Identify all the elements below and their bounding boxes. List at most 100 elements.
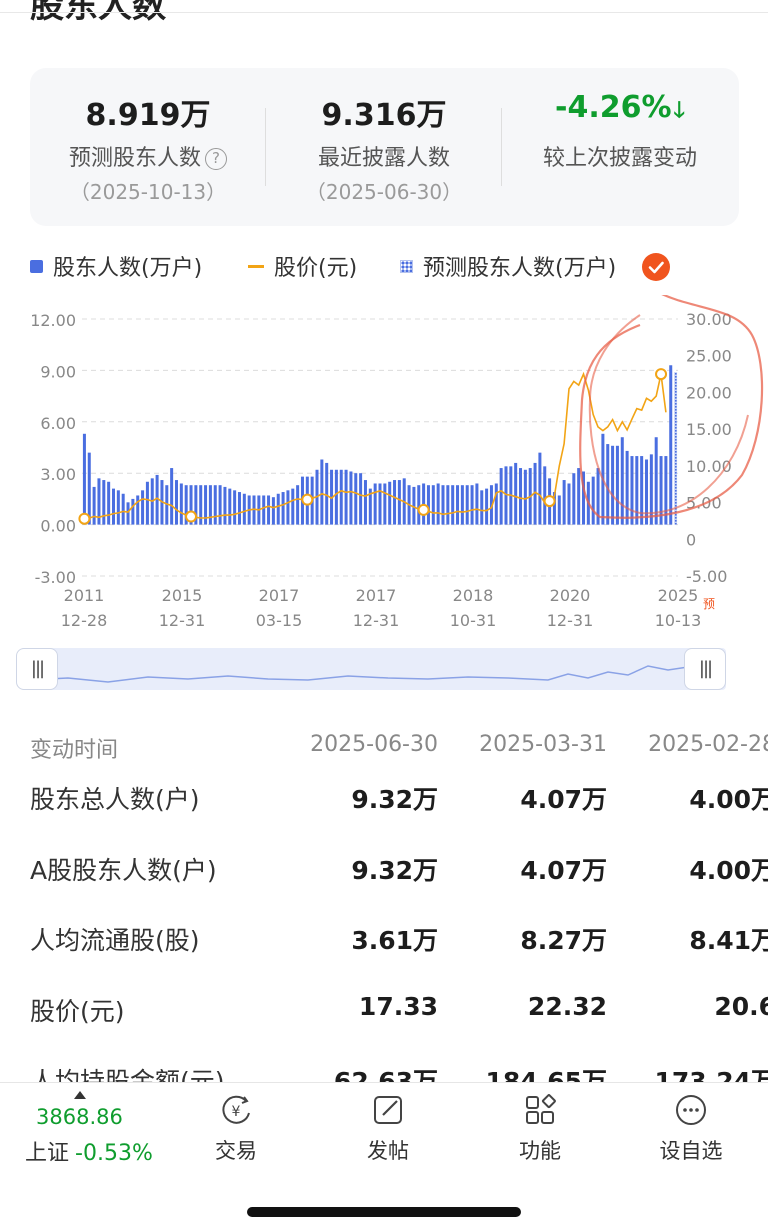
nav-functions[interactable]: 功能 <box>490 1093 590 1165</box>
nav-watchlist[interactable]: 设自选 <box>641 1093 741 1165</box>
y-right-tick-label: 20.00 <box>686 383 732 402</box>
index-value[interactable]: 3868.86 <box>36 1105 123 1129</box>
slider-right-handle[interactable]: ||| <box>684 648 726 690</box>
bar <box>334 469 338 525</box>
bar <box>436 483 440 525</box>
bar <box>523 469 527 525</box>
arrow-down-icon: 🡓 <box>673 98 685 123</box>
more-icon <box>676 1095 706 1125</box>
x-tick-date: 10-13 <box>655 611 702 630</box>
range-slider[interactable]: ||| ||| <box>16 648 726 690</box>
index-change: -0.53% <box>75 1141 153 1166</box>
y-right-tick-label: 10.00 <box>686 457 732 476</box>
expand-up-icon[interactable] <box>74 1091 86 1099</box>
page: 股东人数 8.919万 预测股东人数? （2025-10-13） 9.316万 … <box>0 0 768 1230</box>
slider-preview <box>28 665 726 683</box>
index-ticker[interactable]: 上证 -0.53% <box>25 1135 153 1167</box>
bar <box>228 488 232 525</box>
bar-swatch-icon <box>30 259 43 273</box>
bar <box>87 452 91 525</box>
bar <box>141 490 145 525</box>
bar <box>218 485 222 525</box>
header-col: 2025-03-31 <box>479 732 607 757</box>
price-marker <box>655 368 668 381</box>
bar <box>630 456 634 525</box>
home-indicator <box>247 1207 521 1217</box>
trade-icon: ¥ <box>222 1095 250 1124</box>
bar <box>446 485 450 525</box>
latest-value: 9.316万 <box>321 98 447 133</box>
bar <box>572 473 576 525</box>
x-tick-year: 2020 <box>550 586 591 605</box>
bar <box>131 498 135 525</box>
bar <box>237 492 241 525</box>
bar <box>480 490 484 525</box>
latest-label: 最近披露人数 <box>317 146 450 171</box>
change-label: 较上次披露变动 <box>542 146 697 171</box>
price-marker <box>417 503 430 516</box>
bar <box>615 445 619 525</box>
bar <box>441 485 445 525</box>
bar <box>620 437 624 525</box>
bar <box>499 468 503 525</box>
bar <box>562 480 566 525</box>
latest-date: （2025-06-30） <box>305 180 463 204</box>
dotted-swatch-icon <box>400 259 413 273</box>
nav-watchlist-label: 设自选 <box>659 1139 723 1163</box>
bar <box>557 495 561 525</box>
slider-left-handle[interactable]: ||| <box>16 648 58 690</box>
bar <box>397 480 401 525</box>
bar <box>262 495 266 525</box>
bar <box>354 473 358 525</box>
header-col: 2025-02-28 <box>648 732 768 757</box>
forecast-bar <box>674 372 678 525</box>
bar <box>378 483 382 525</box>
bar <box>519 468 523 525</box>
x-tick-year: 2018 <box>453 586 494 605</box>
bar <box>606 444 610 525</box>
row-value: 8.27万 <box>520 926 607 955</box>
x-tick-date: 12-31 <box>159 611 206 630</box>
y-left-tick-label: 9.00 <box>40 362 76 381</box>
help-icon[interactable]: ? <box>205 148 227 170</box>
legend-price[interactable]: 股价(元) <box>248 250 357 282</box>
row-value: 8.41万 <box>689 926 768 955</box>
bar <box>267 495 271 525</box>
legend-price-label: 股价(元) <box>274 256 358 281</box>
y-left-tick-label: 0.00 <box>40 517 76 536</box>
bar <box>111 488 115 525</box>
forecast-mark: 预 <box>703 597 715 611</box>
change-stat: -4.26%🡓 较上次披露变动 <box>502 68 738 226</box>
index-name: 上证 <box>25 1141 70 1166</box>
bar <box>223 486 227 525</box>
bar <box>567 483 571 525</box>
nav-trade-label: 交易 <box>215 1139 257 1163</box>
y-right-tick-label: -5.00 <box>686 567 727 586</box>
predicted-date: （2025-10-13） <box>69 180 227 204</box>
predicted-label-row: 预测股东人数? <box>30 140 266 172</box>
bar <box>645 459 649 525</box>
header-col: 2025-06-30 <box>310 732 438 757</box>
check-icon[interactable] <box>642 253 670 281</box>
edit-icon <box>374 1096 402 1124</box>
bar <box>296 485 300 525</box>
legend-forecast[interactable]: 预测股东人数(万户) <box>400 250 616 282</box>
nav-post[interactable]: 发帖 <box>338 1093 438 1165</box>
nav-functions-label: 功能 <box>519 1139 561 1163</box>
bar <box>470 485 474 525</box>
bar <box>577 468 581 525</box>
x-tick-year: 2025 <box>658 586 699 605</box>
y-left-tick-label: 6.00 <box>40 414 76 433</box>
x-tick-date: 10-31 <box>450 611 497 630</box>
row-label: A股股东人数(户) <box>30 856 217 885</box>
bar <box>242 493 246 525</box>
bar <box>514 462 518 525</box>
y-right-tick-label: 25.00 <box>686 347 732 366</box>
bar <box>591 476 595 525</box>
nav-trade[interactable]: ¥ 交易 <box>186 1093 286 1165</box>
bar <box>393 480 397 525</box>
bar <box>475 483 479 525</box>
predicted-label: 预测股东人数 <box>68 146 201 171</box>
legend-holders-label: 股东人数(万户) <box>53 256 203 281</box>
legend-holders[interactable]: 股东人数(万户) <box>30 250 202 282</box>
